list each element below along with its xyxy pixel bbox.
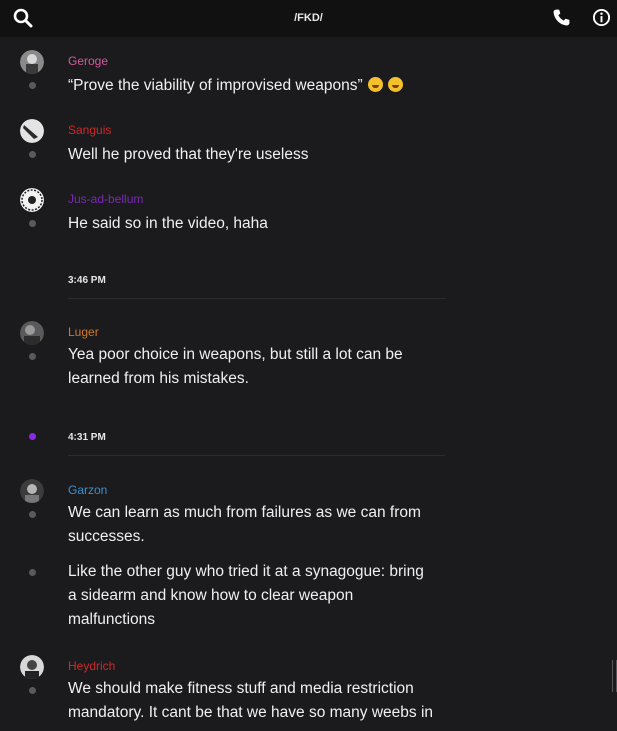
message-feed[interactable]: Geroge “Prove the viability of improvise… (0, 37, 617, 731)
message-text: Well he proved that they're useless (68, 143, 458, 167)
message-text: “Prove the viability of improvised weapo… (68, 74, 458, 98)
divider (68, 298, 445, 299)
message-line: He said so in the video, haha (68, 215, 268, 232)
divider (68, 455, 445, 456)
unread-indicator (29, 433, 36, 440)
message-line: Yea poor choice in weapons, but still a … (68, 346, 403, 363)
timestamp: 4:31 PM (68, 432, 106, 443)
message-text: He said so in the video, haha (68, 212, 458, 236)
message-line: Like the other guy who tried it at a syn… (68, 563, 424, 580)
author-name[interactable]: Geroge (68, 54, 108, 68)
message-line: mandatory. It cant be that we have so ma… (68, 704, 434, 721)
author-name[interactable]: Luger (68, 325, 99, 339)
author-name[interactable]: Garzon (68, 483, 107, 497)
top-bar: /FKD/ (0, 0, 617, 37)
message-line: successes. (68, 528, 145, 545)
avatar[interactable] (20, 188, 44, 212)
read-indicator (29, 569, 36, 576)
info-icon[interactable] (592, 8, 611, 27)
read-indicator (29, 82, 36, 89)
message-line: Well he proved that they're useless (68, 146, 309, 163)
read-indicator (29, 353, 36, 360)
author-name[interactable]: Sanguis (68, 123, 111, 137)
message-line: We can learn as much from failures as we… (68, 504, 421, 521)
read-indicator (29, 151, 36, 158)
author-name[interactable]: Heydrich (68, 659, 115, 673)
read-indicator (29, 687, 36, 694)
message-text: We can learn as much from failures as we… (68, 501, 458, 549)
message-line: We should make fitness stuff and media r… (68, 680, 414, 697)
avatar[interactable] (20, 119, 44, 143)
message-text: Like the other guy who tried it at a syn… (68, 560, 458, 632)
rolling-on-floor-laughing-emoji (387, 77, 403, 92)
message-line: learned from his mistakes. (68, 370, 249, 387)
phone-icon[interactable] (552, 8, 571, 27)
read-indicator (29, 511, 36, 518)
avatar[interactable] (20, 479, 44, 503)
avatar[interactable] (20, 321, 44, 345)
chat-title: /FKD/ (294, 12, 323, 24)
timestamp: 3:46 PM (68, 275, 106, 286)
author-name[interactable]: Jus-ad-bellum (68, 192, 143, 206)
message-line: malfunctions (68, 611, 156, 628)
avatar[interactable] (20, 50, 44, 74)
message-line: a sidearm and know how to clear weapon (68, 587, 354, 604)
message-text: Yea poor choice in weapons, but still a … (68, 343, 458, 391)
scrollbar[interactable] (612, 660, 617, 692)
message-text: We should make fitness stuff and media r… (68, 677, 458, 725)
rolling-on-floor-laughing-emoji (367, 77, 383, 92)
message-line: “Prove the viability of improvised weapo… (68, 77, 363, 94)
avatar[interactable] (20, 655, 44, 679)
read-indicator (29, 220, 36, 227)
